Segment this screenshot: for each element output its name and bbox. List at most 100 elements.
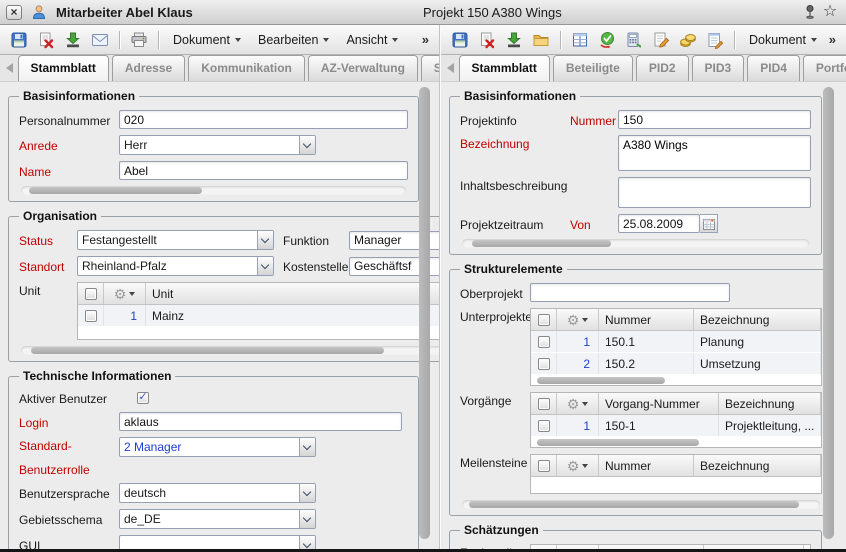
menu-dokument[interactable]: Dokument <box>743 30 823 50</box>
chevron-down-icon[interactable] <box>299 438 315 456</box>
select-all-cell[interactable] <box>531 393 557 414</box>
horizontal-scrollbar[interactable] <box>531 437 821 447</box>
standort-select[interactable]: Rheinland-Pfalz <box>77 256 274 276</box>
checkbox[interactable] <box>538 314 550 326</box>
toolbar-overflow-button[interactable]: » <box>829 32 838 47</box>
delete-button[interactable] <box>35 29 57 51</box>
gear-menu-button[interactable]: ⚙ <box>557 309 599 330</box>
tab-skill[interactable]: Skil <box>421 55 439 81</box>
vorgang-nummer-cell[interactable]: 150-1 <box>599 415 719 436</box>
checkbox[interactable] <box>85 288 97 300</box>
scrollbar-thumb[interactable] <box>29 187 202 194</box>
pin-button[interactable] <box>800 3 820 21</box>
scrollbar-thumb[interactable] <box>469 501 799 508</box>
row-select-cell[interactable] <box>78 305 104 326</box>
checkbox[interactable] <box>538 398 550 410</box>
anrede-select[interactable]: Herr <box>119 135 316 155</box>
close-button[interactable]: × <box>6 5 22 20</box>
select-all-cell[interactable] <box>78 283 104 304</box>
chevron-down-icon[interactable] <box>299 510 315 528</box>
table-row[interactable]: 1 150-1 Projektleitung, ... <box>531 415 821 437</box>
vertical-scrollbar[interactable] <box>419 87 430 544</box>
row-select-cell[interactable] <box>531 331 557 352</box>
bezeichnung-column-header[interactable]: Bezeichnung <box>719 393 821 414</box>
table-row[interactable]: 1 Mainz <box>78 305 439 327</box>
gear-menu-button[interactable]: ⚙ <box>104 283 146 304</box>
favorite-button[interactable]: ☆ <box>820 3 840 21</box>
form-button[interactable] <box>569 29 591 51</box>
row-number[interactable]: 1 <box>557 331 599 352</box>
table-row[interactable]: 1 150.1 Planung <box>531 331 821 353</box>
chevron-down-icon[interactable] <box>299 484 315 502</box>
bezeichnung-cell[interactable]: Planung <box>694 331 821 352</box>
menu-bearbeiten[interactable]: Bearbeiten <box>252 30 335 50</box>
scrollbar-thumb[interactable] <box>537 439 700 446</box>
horizontal-scrollbar[interactable] <box>462 239 809 248</box>
tab-stammblatt[interactable]: Stammblatt <box>18 55 109 81</box>
folder-button[interactable] <box>530 29 552 51</box>
tab-az-verwaltung[interactable]: AZ-Verwaltung <box>308 55 418 81</box>
checkbox[interactable] <box>538 460 550 472</box>
checkbox[interactable] <box>538 358 550 370</box>
chevron-down-icon[interactable] <box>257 257 273 275</box>
horizontal-scrollbar[interactable] <box>462 500 820 509</box>
approve-button[interactable] <box>596 29 618 51</box>
tab-kommunikation[interactable]: Kommunikation <box>188 55 305 81</box>
name-input[interactable] <box>119 161 408 180</box>
calculate-button[interactable] <box>623 29 645 51</box>
gear-menu-button[interactable]: ⚙ <box>557 455 599 476</box>
tab-scroll-left-button[interactable] <box>2 58 16 78</box>
menu-dokument[interactable]: Dokument <box>167 30 247 50</box>
nummer-cell[interactable]: 150.2 <box>599 353 694 374</box>
nummer-input[interactable] <box>618 110 811 129</box>
chevron-down-icon[interactable] <box>299 536 315 549</box>
nummer-column-header[interactable]: Nummer <box>599 309 694 330</box>
tab-scroll-left-button[interactable] <box>443 58 457 78</box>
download-button[interactable] <box>503 29 525 51</box>
checkbox[interactable] <box>538 336 550 348</box>
row-number[interactable]: 1 <box>557 415 599 436</box>
row-number[interactable]: 2 <box>557 353 599 374</box>
notes-button[interactable] <box>704 29 726 51</box>
scrollbar-thumb[interactable] <box>31 347 385 354</box>
print-button[interactable] <box>128 29 150 51</box>
checkbox[interactable] <box>85 310 97 322</box>
calendar-button[interactable] <box>700 214 718 233</box>
select-all-cell[interactable] <box>531 309 557 330</box>
scrollbar-thumb[interactable] <box>823 87 834 539</box>
save-button[interactable] <box>8 29 30 51</box>
toolbar-overflow-button[interactable]: » <box>422 32 431 47</box>
tab-pid2[interactable]: PID2 <box>636 55 689 81</box>
aktiver-benutzer-checkbox[interactable]: ✓ <box>137 392 149 404</box>
scrollbar-thumb[interactable] <box>472 240 611 247</box>
login-input[interactable] <box>119 412 402 431</box>
chevron-down-icon[interactable] <box>257 231 273 249</box>
delete-button[interactable] <box>476 29 498 51</box>
tab-pid3[interactable]: PID3 <box>692 55 745 81</box>
horizontal-scrollbar[interactable] <box>21 346 439 355</box>
gui-select[interactable] <box>119 535 316 549</box>
tab-beteiligte[interactable]: Beteiligte <box>553 55 633 81</box>
row-select-cell[interactable] <box>531 415 557 436</box>
tab-pid4[interactable]: PID4 <box>747 55 800 81</box>
tab-stammblatt[interactable]: Stammblatt <box>459 55 550 81</box>
bezeichnung-cell[interactable]: Umsetzung <box>694 353 821 374</box>
scrollbar-thumb[interactable] <box>419 87 430 539</box>
mail-button[interactable] <box>89 29 111 51</box>
download-button[interactable] <box>62 29 84 51</box>
nummer-column-header[interactable]: Nummer <box>599 455 694 476</box>
finance-button[interactable] <box>677 29 699 51</box>
bezeichnung-column-header[interactable]: Bezeichnung <box>694 309 821 330</box>
vertical-scrollbar[interactable] <box>823 87 834 544</box>
save-button[interactable] <box>449 29 471 51</box>
benutzersprache-select[interactable]: deutsch <box>119 483 316 503</box>
chevron-down-icon[interactable] <box>299 136 315 154</box>
gebietsschema-select[interactable]: de_DE <box>119 509 316 529</box>
vorgang-nummer-column-header[interactable]: Vorgang-Nummer <box>599 393 719 414</box>
row-number[interactable]: 1 <box>104 305 146 326</box>
bezeichnung-column-header[interactable]: Bezeichnung <box>694 455 821 476</box>
scrollbar-thumb[interactable] <box>537 377 665 384</box>
inhaltsbeschreibung-textarea[interactable] <box>618 177 811 208</box>
select-all-cell[interactable] <box>531 455 557 476</box>
checkbox[interactable] <box>538 420 550 432</box>
